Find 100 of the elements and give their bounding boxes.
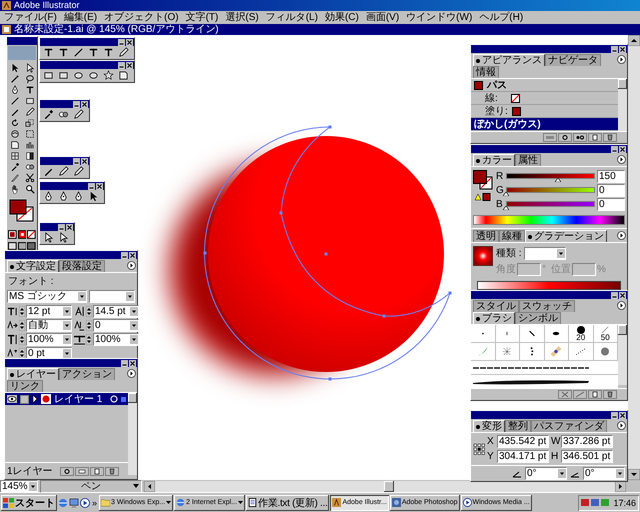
close-icon[interactable]: [129, 252, 136, 258]
arrow-icon[interactable]: [10, 63, 20, 73]
panel-menu-icon[interactable]: [127, 261, 136, 270]
pencil-icon[interactable]: [25, 107, 35, 117]
magic-wand-icon[interactable]: [10, 74, 20, 84]
panel-tab[interactable]: グラデーション: [525, 230, 607, 242]
panel-tab[interactable]: ナビゲータ: [545, 54, 601, 66]
zoom-icon[interactable]: [25, 184, 35, 194]
minimize-icon[interactable]: [73, 158, 80, 164]
type-tool-icon[interactable]: [88, 47, 99, 58]
pen-nib-icon[interactable]: [73, 191, 84, 202]
panel-menu-icon[interactable]: [127, 369, 136, 378]
panel-menu-icon[interactable]: [617, 55, 626, 64]
panel-tab[interactable]: カラー: [473, 154, 515, 166]
trash-icon[interactable]: [603, 133, 617, 142]
arrow-icon[interactable]: [88, 191, 99, 202]
scrollbar[interactable]: [618, 79, 627, 131]
spinner-icon[interactable]: [19, 306, 25, 317]
menu-item[interactable]: ウインドウ(W): [406, 12, 472, 24]
menu-item[interactable]: 編集(E): [64, 12, 98, 24]
menu-item[interactable]: 文字(T): [186, 12, 218, 24]
globe-icon[interactable]: [58, 498, 68, 508]
zoom-field[interactable]: 145%: [0, 480, 38, 492]
bar-graph-icon[interactable]: [25, 140, 35, 150]
sublayer-icon[interactable]: [74, 466, 89, 476]
color-slider[interactable]: [506, 200, 595, 210]
appearance-row[interactable]: パス: [471, 79, 618, 92]
minimize-icon[interactable]: [611, 412, 618, 418]
type-tool-icon[interactable]: [43, 47, 54, 58]
vertical-scrollbar[interactable]: [628, 35, 640, 480]
brush-swatch[interactable]: [569, 343, 594, 361]
lasso-icon[interactable]: [25, 74, 35, 84]
knife-icon[interactable]: [10, 173, 20, 183]
rectangle-icon[interactable]: [43, 70, 54, 81]
panel-menu-icon[interactable]: [617, 421, 626, 430]
desktop-icon[interactable]: [69, 498, 79, 508]
number-field[interactable]: 304.171 pt: [497, 450, 549, 463]
close-icon[interactable]: [96, 182, 103, 190]
minimize-icon[interactable]: [73, 100, 80, 108]
panel-tab[interactable]: ブラシ: [473, 312, 515, 324]
panel-tab[interactable]: 線種: [499, 230, 525, 242]
new-item-icon[interactable]: [588, 133, 602, 142]
minimize-icon[interactable]: [88, 182, 95, 190]
brush-swatch[interactable]: [520, 325, 544, 343]
gradient-type-field[interactable]: [524, 246, 566, 260]
horizontal-scrollbar[interactable]: [144, 480, 626, 492]
expand-triangle-icon[interactable]: [32, 395, 38, 403]
blend-icon[interactable]: [58, 109, 69, 120]
type-tool-icon[interactable]: [103, 47, 114, 58]
number-field[interactable]: 100%: [93, 333, 139, 346]
scroll-thumb[interactable]: [384, 480, 394, 492]
reduce-icon[interactable]: [573, 133, 587, 142]
scissors-icon[interactable]: [25, 173, 35, 183]
blend-icon[interactable]: [25, 162, 35, 172]
trash-icon[interactable]: [104, 466, 119, 476]
input-field[interactable]: [517, 262, 541, 276]
brush-swatch[interactable]: 20: [569, 325, 594, 343]
gradient-mode-icon[interactable]: [18, 230, 26, 239]
minimize-icon[interactable]: [58, 224, 65, 230]
line-icon[interactable]: [73, 47, 84, 58]
pen-nib-icon[interactable]: [43, 191, 54, 202]
close-icon[interactable]: [619, 46, 626, 52]
close-icon[interactable]: [81, 158, 88, 164]
line-icon[interactable]: [10, 96, 20, 106]
layer-row[interactable]: レイヤー 1: [5, 393, 128, 405]
new-item-icon[interactable]: [90, 466, 104, 476]
spinner-icon[interactable]: [86, 320, 92, 331]
spinner-icon[interactable]: [19, 348, 25, 359]
brush-swatch[interactable]: [471, 325, 496, 343]
panel-menu-icon[interactable]: [617, 231, 626, 240]
panel-title-bar[interactable]: [40, 38, 134, 46]
brush-swatch[interactable]: [496, 343, 520, 361]
hollow-arrow-icon[interactable]: [43, 232, 54, 243]
clear-icon[interactable]: [558, 133, 572, 142]
panel-tab[interactable]: 整列: [505, 420, 531, 432]
panel-tab[interactable]: アピアランス: [473, 54, 545, 66]
panel-tab[interactable]: 属性: [515, 154, 541, 166]
warp-icon[interactable]: [10, 129, 20, 139]
brush-icon[interactable]: [10, 107, 20, 117]
brush-swatch[interactable]: [520, 343, 544, 361]
scroll-up-icon[interactable]: [628, 35, 640, 46]
panel-tab[interactable]: パスファインダ: [531, 420, 607, 432]
scroll-left-icon[interactable]: [144, 480, 155, 492]
minimize-icon[interactable]: [121, 252, 128, 258]
hollow-arrow-icon[interactable]: [25, 63, 35, 73]
appearance-row[interactable]: 線:: [471, 92, 618, 105]
panel-tab[interactable]: シンボル: [515, 312, 561, 324]
panel-menu-icon[interactable]: [617, 155, 626, 164]
start-button[interactable]: スタート: [1, 494, 57, 510]
brush-swatch[interactable]: 50: [594, 325, 618, 343]
panel-title-bar[interactable]: [471, 145, 627, 153]
color-slider[interactable]: [506, 186, 595, 196]
panel-menu-icon[interactable]: [617, 301, 626, 310]
type-tool-icon[interactable]: [25, 85, 35, 95]
panel-title-bar[interactable]: [5, 359, 137, 367]
angle-field[interactable]: 0°: [583, 467, 625, 480]
number-field[interactable]: 0: [597, 198, 625, 211]
scrollbar[interactable]: [618, 325, 627, 385]
font-field[interactable]: MS ゴシック: [7, 290, 87, 303]
target-icon[interactable]: [60, 466, 74, 476]
